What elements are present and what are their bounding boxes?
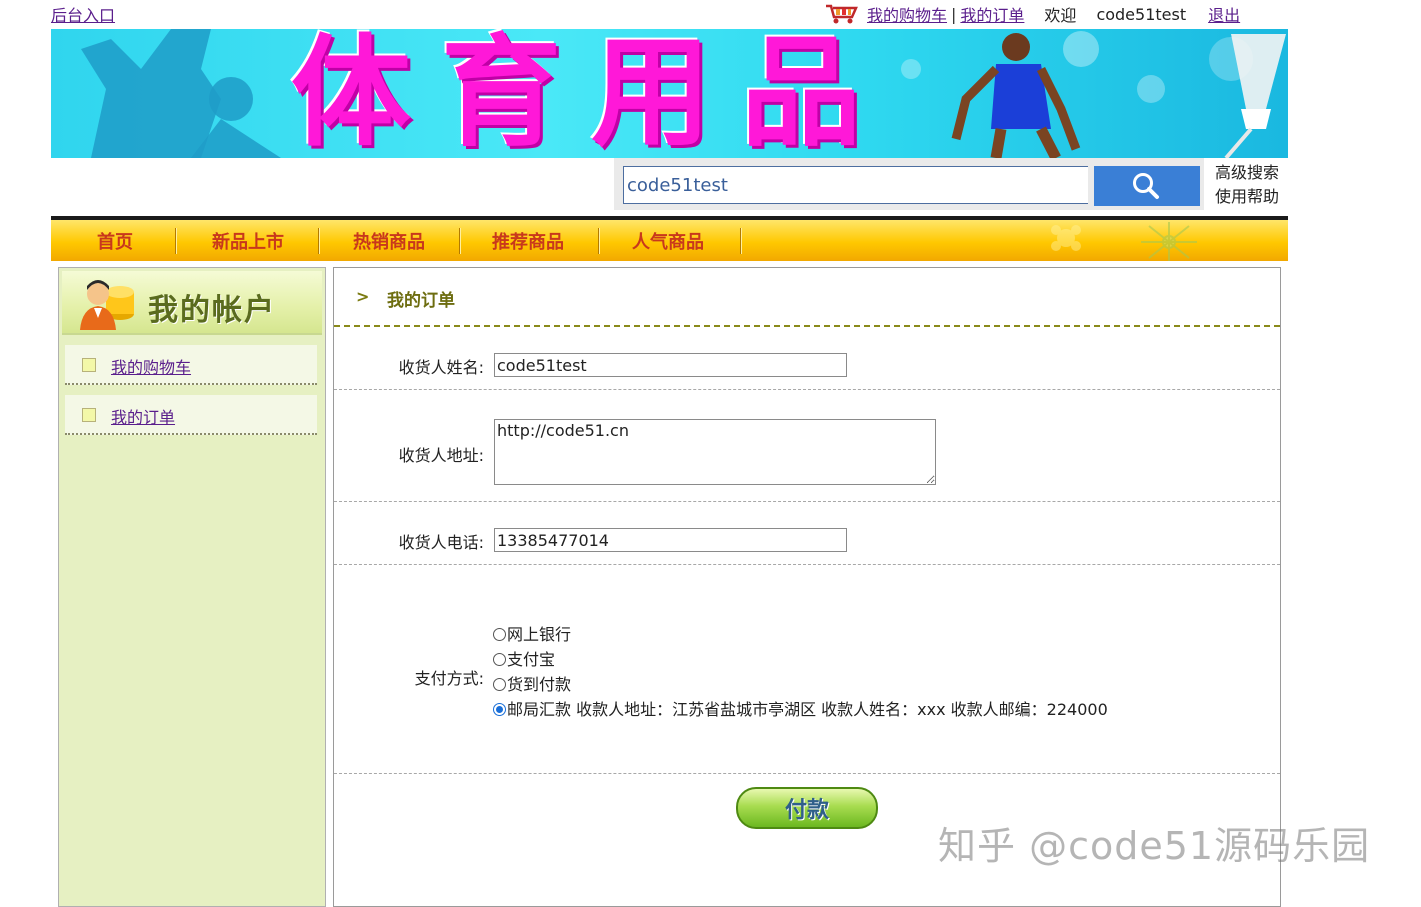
nav-popular[interactable]: 人气商品	[632, 228, 704, 254]
receiver-address-label: 收货人地址:	[398, 446, 484, 465]
watermark: 知乎 @code51源码乐园	[938, 824, 1371, 868]
site-banner: 体育用品	[51, 29, 1288, 158]
sidebar-item-label[interactable]: 我的订单	[111, 404, 175, 428]
search-icon	[1133, 173, 1159, 199]
top-bar: 后台入口 我的购物车 | 我的订单 欢迎 code51test 退出	[51, 0, 1288, 28]
help-link[interactable]: 使用帮助	[1215, 185, 1279, 209]
nav-separator	[175, 228, 176, 254]
my-orders-link[interactable]: 我的订单	[960, 2, 1024, 26]
form-row-name: 收货人姓名:	[334, 327, 1280, 390]
receiver-name-label: 收货人姓名:	[398, 358, 484, 377]
payment-option-label: 货到付款	[507, 675, 572, 694]
nav-hot-sales[interactable]: 热销商品	[353, 228, 425, 254]
search-button[interactable]	[1094, 166, 1200, 206]
form-row-address: 收货人地址: http://code51.cn	[334, 390, 1280, 502]
sidebar-item-cart[interactable]: 我的购物车	[65, 345, 317, 385]
welcome-text: 欢迎	[1044, 6, 1077, 25]
receiver-address-field[interactable]: http://code51.cn	[494, 419, 936, 485]
pay-button[interactable]: 付款	[736, 787, 878, 829]
receiver-phone-label: 收货人电话:	[398, 533, 484, 552]
account-sidebar: 我的帐户 我的购物车 我的订单	[58, 267, 326, 907]
my-cart-link[interactable]: 我的购物车	[867, 2, 947, 26]
nav-recommended[interactable]: 推荐商品	[492, 228, 564, 254]
sidebar-item-label[interactable]: 我的购物车	[111, 354, 191, 378]
nav-home[interactable]: 首页	[97, 228, 133, 254]
nav-separator	[318, 228, 319, 254]
advanced-search-link[interactable]: 高级搜索	[1215, 161, 1279, 185]
payment-option-label: 支付宝	[507, 650, 556, 669]
sidebar-title: 我的帐户	[148, 293, 276, 328]
payment-option-label: 网上银行	[507, 625, 572, 644]
radio-button[interactable]	[493, 678, 506, 691]
account-user-icon	[80, 280, 134, 330]
nav-new-arrivals[interactable]: 新品上市	[212, 228, 284, 254]
logout-link[interactable]: 退出	[1208, 2, 1240, 26]
shopping-cart-icon[interactable]	[825, 3, 859, 25]
sidebar-header: 我的帐户	[62, 271, 322, 335]
nav-separator	[740, 228, 741, 254]
page-title: 我的订单	[387, 291, 455, 311]
order-panel: > 我的订单 收货人姓名: 收货人地址: http://code51.cn 收货…	[333, 267, 1281, 907]
sidebar-item-orders[interactable]: 我的订单	[65, 395, 317, 435]
payment-option-label: 邮局汇款 收款人地址：江苏省盐城市亭湖区 收款人姓名：xxx 收款人邮编：224…	[507, 700, 1108, 719]
square-bullet-icon	[82, 358, 96, 372]
radio-button-selected[interactable]	[493, 703, 506, 716]
admin-entry-link[interactable]: 后台入口	[51, 2, 115, 26]
banner-title: 体育用品	[291, 29, 891, 158]
main-nav: 首页 新品上市 热销商品 推荐商品 人气商品	[51, 216, 1288, 261]
search-links: 高级搜索 使用帮助	[1215, 161, 1279, 209]
username-text: code51test	[1096, 4, 1187, 24]
payment-option-cash-on-delivery[interactable]: 货到付款	[493, 672, 1108, 697]
form-row-payment: 支付方式: 网上银行 支付宝 货到付款 邮局汇款 收款人地址：江苏省盐城市亭湖区…	[334, 565, 1280, 774]
receiver-phone-field[interactable]	[494, 528, 847, 552]
radio-button[interactable]	[493, 653, 506, 666]
panel-header: > 我的订单	[334, 268, 1280, 327]
square-bullet-icon	[82, 408, 96, 422]
breadcrumb-arrow: >	[356, 287, 370, 306]
search-input[interactable]	[623, 166, 1088, 204]
user-links: 我的购物车 | 我的订单 欢迎 code51test 退出	[825, 1, 1240, 27]
receiver-name-field[interactable]	[494, 353, 847, 377]
payment-option-alipay[interactable]: 支付宝	[493, 647, 1108, 672]
payment-option-online-bank[interactable]: 网上银行	[493, 622, 1108, 647]
search-row: 高级搜索 使用帮助	[51, 158, 1288, 216]
nav-separator	[598, 228, 599, 254]
form-row-phone: 收货人电话:	[334, 502, 1280, 565]
radio-button[interactable]	[493, 628, 506, 641]
payment-option-postal-remittance[interactable]: 邮局汇款 收款人地址：江苏省盐城市亭湖区 收款人姓名：xxx 收款人邮编：224…	[493, 697, 1108, 722]
payment-options: 网上银行 支付宝 货到付款 邮局汇款 收款人地址：江苏省盐城市亭湖区 收款人姓名…	[493, 622, 1108, 722]
payment-method-label: 支付方式:	[414, 669, 484, 688]
nav-separator	[459, 228, 460, 254]
page-wrapper: 后台入口 我的购物车 | 我的订单 欢迎 code51test 退出 体育用品 …	[51, 0, 1288, 907]
link-separator: |	[951, 4, 957, 24]
